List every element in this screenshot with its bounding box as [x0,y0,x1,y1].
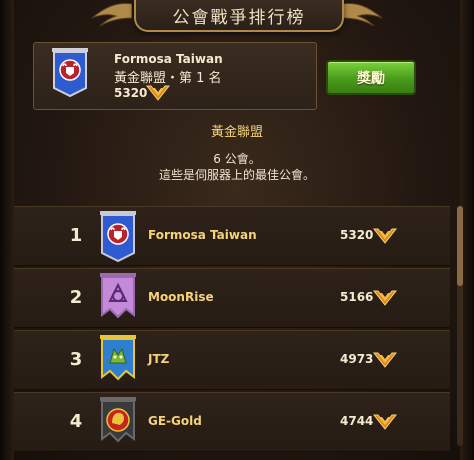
row-rank: 3 [69,349,83,370]
league-wing-icon [372,290,398,306]
league-title: 黃金聯盟 [210,125,263,140]
right-wing-ornament-icon [342,3,383,26]
list-scrollbar[interactable] [457,206,463,446]
guild-score: 5320 [340,228,374,242]
guild-banner [100,335,136,381]
my-guild-score: 5320 [114,86,148,100]
row-rank: 1 [69,225,83,246]
league-wing-icon [372,414,398,430]
guild-banner [100,273,136,319]
league-wing-icon [372,352,398,368]
row-rank: 2 [69,287,83,308]
guild-count: 6 公會。 [213,152,261,166]
server-note: 這些是伺服器上的最佳公會。 [158,168,315,182]
guild-name: Formosa Taiwan [148,228,257,242]
ranking-row[interactable]: 1 Formosa Taiwan 5320 [14,206,450,266]
league-wing-icon [145,85,171,101]
row-rank: 4 [69,411,83,432]
guild-banner [100,211,136,263]
ranking-row[interactable]: 4 GE-Gold 4744 [14,392,450,452]
my-guild-name: Formosa Taiwan [114,52,223,66]
guild-score: 4744 [340,414,374,428]
guild-banner [100,397,136,443]
left-edge [0,0,14,460]
guild-name: MoonRise [148,290,214,304]
guild-score: 5166 [340,290,374,304]
scrollbar-thumb[interactable] [457,206,463,286]
page-title: 公會戰爭排行榜 [134,0,344,32]
ranking-row[interactable]: 3 JTZ 4973 [14,330,450,390]
ranking-row[interactable]: 2 MoonRise 5166 [14,268,450,328]
left-wing-ornament-icon [91,3,132,26]
ranking-list[interactable]: 1 Formosa Taiwan 5320 2 MoonRise 5166 3 … [14,206,450,460]
league-wing-icon [372,228,398,244]
guild-score: 4973 [340,352,374,366]
guild-name: JTZ [148,352,170,366]
reward-button[interactable]: 獎勵 [326,60,416,95]
guild-name: GE-Gold [148,414,202,428]
my-guild-banner [52,48,88,98]
